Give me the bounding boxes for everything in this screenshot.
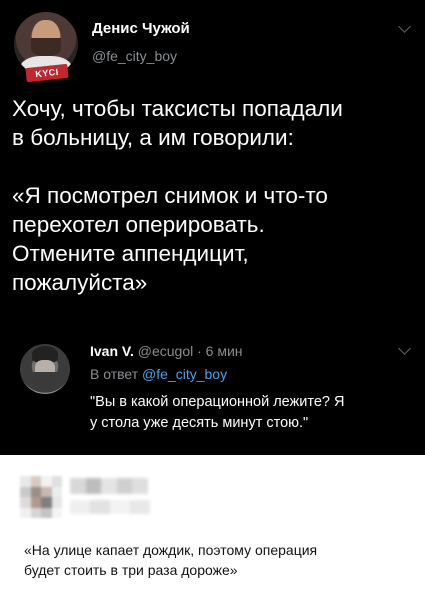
reply-to-label: В ответ [90, 366, 139, 382]
reply-author-name[interactable]: Ivan V. [90, 343, 134, 359]
avatar-badge: KYCI [25, 63, 69, 83]
chevron-down-icon[interactable] [398, 342, 411, 355]
reply-meta: @ecugol · 6 мин [137, 343, 243, 359]
reply-to-line: В ответ @fe_city_boy [90, 366, 227, 382]
tweet-text: Хочу, чтобы таксисты попадали в больницу… [12, 96, 343, 295]
reply-text: "Вы в какой операционной лежите? Я у сто… [90, 394, 345, 431]
reply-avatar[interactable] [20, 344, 70, 394]
blurred-avatar [20, 476, 62, 518]
author-name[interactable]: Денис Чужой [92, 20, 190, 37]
reply-to-handle[interactable]: @fe_city_boy [142, 366, 227, 382]
blurred-username [70, 478, 148, 494]
dark-tweet-panel: KYCI Денис Чужой @fe_city_boy Хочу, чтоб… [0, 0, 425, 455]
chevron-down-icon[interactable] [398, 20, 411, 33]
blurred-subtitle [70, 500, 150, 514]
author-handle[interactable]: @fe_city_boy [92, 48, 177, 64]
comment-text: «На улице капает дождик, поэтому операци… [24, 542, 318, 578]
reply-header: Ivan V. @ecugol · 6 мин [90, 343, 243, 359]
